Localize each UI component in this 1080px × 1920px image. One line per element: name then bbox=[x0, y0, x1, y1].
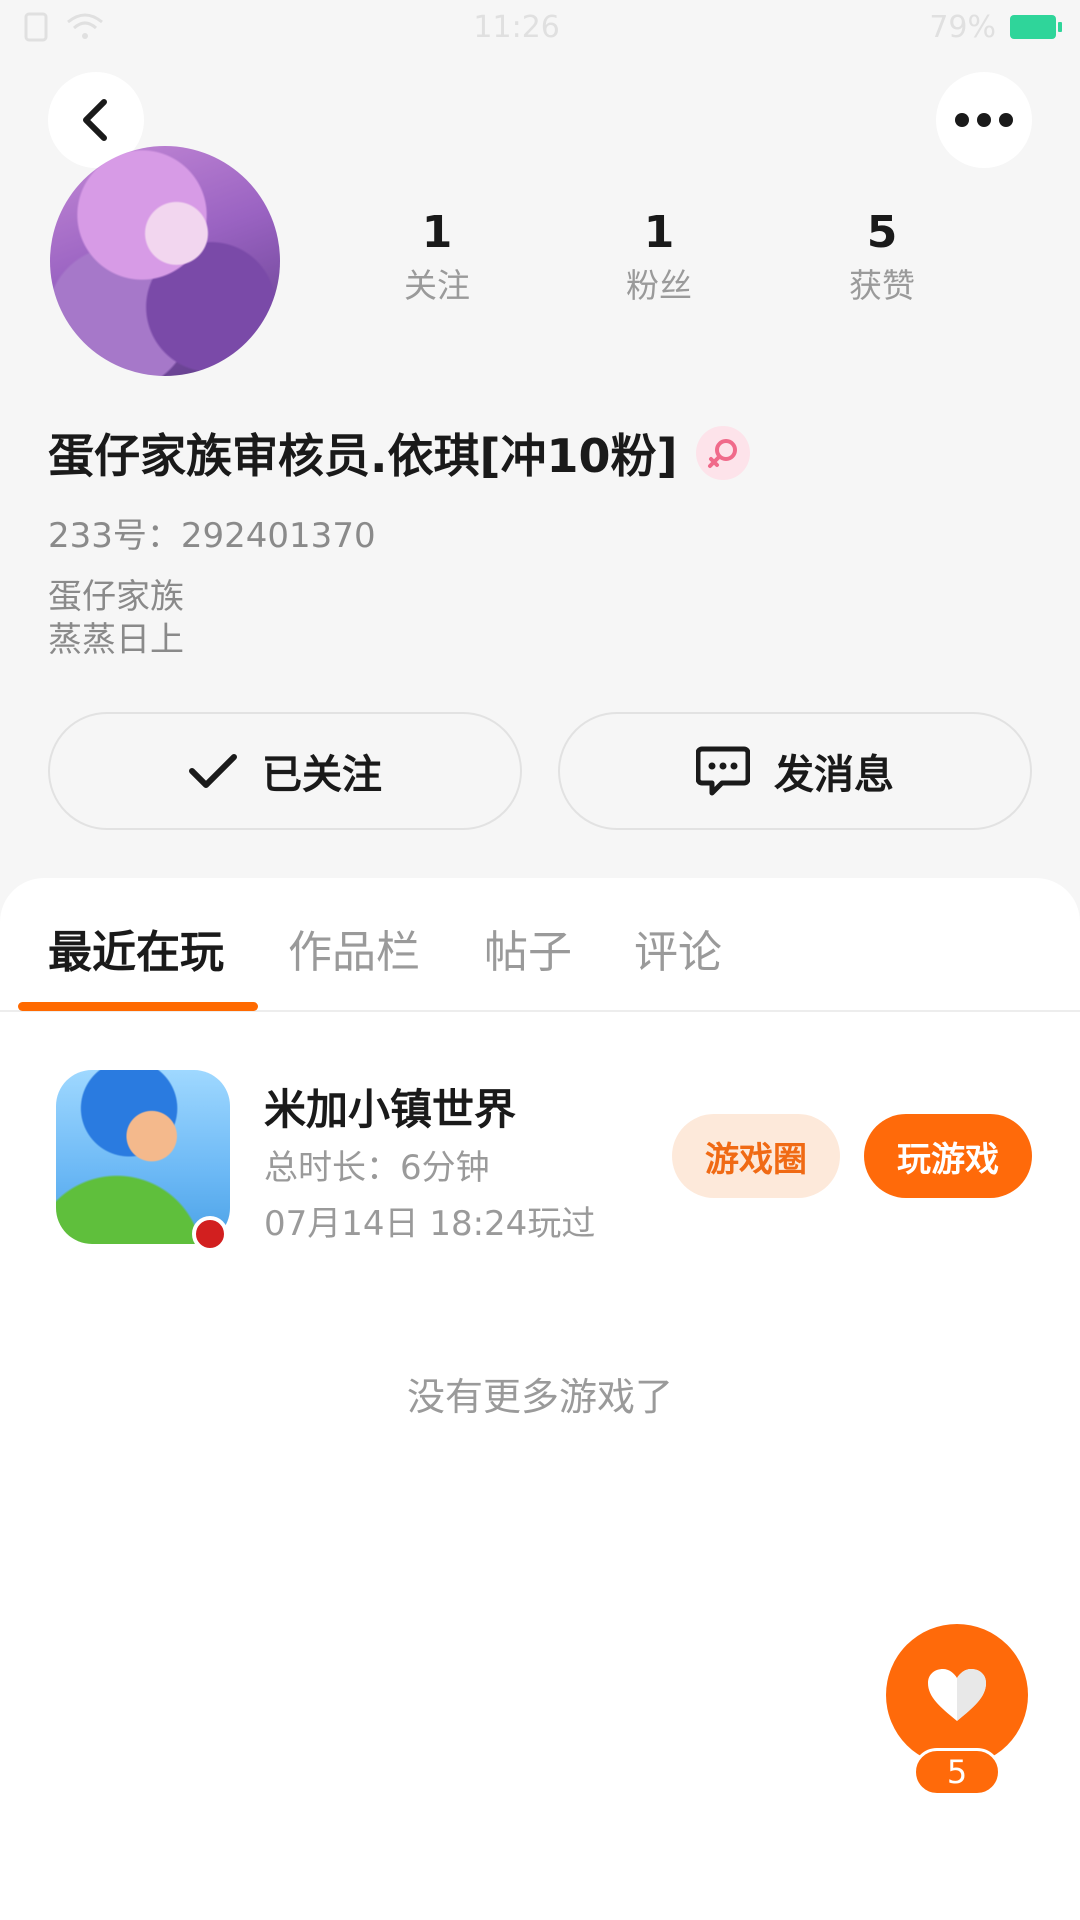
no-more-games-text: 没有更多游戏了 bbox=[406, 1375, 673, 1419]
stat-fans[interactable]: 1 粉丝 bbox=[579, 205, 739, 311]
tab-comments[interactable]: 评论 bbox=[634, 916, 722, 980]
ellipsis-icon bbox=[955, 113, 1013, 127]
user-name: 蛋仔家族审核员.依琪[冲10粉] bbox=[48, 429, 678, 483]
bio-line: 蛋仔家族 bbox=[48, 577, 184, 617]
game-circle-button[interactable]: 游戏圈 bbox=[672, 1114, 840, 1198]
wifi-icon bbox=[67, 13, 103, 39]
status-left bbox=[24, 12, 104, 42]
check-icon bbox=[189, 754, 237, 788]
stat-fans-count: 1 bbox=[643, 207, 675, 258]
send-message-button[interactable]: 发消息 bbox=[558, 712, 1032, 830]
like-button[interactable] bbox=[886, 1624, 1028, 1766]
battery-percent: 79% bbox=[929, 9, 996, 45]
tab-indicator bbox=[18, 1002, 258, 1011]
status-right: 79% bbox=[929, 9, 1062, 45]
chevron-left-icon bbox=[83, 99, 107, 141]
like-count-badge: 5 bbox=[913, 1748, 1001, 1796]
stat-following-label: 关注 bbox=[404, 266, 470, 305]
bio: 蛋仔家族 蒸蒸日上 bbox=[48, 576, 184, 662]
sim-icon bbox=[24, 12, 48, 42]
more-button[interactable] bbox=[936, 72, 1032, 168]
followed-label: 已关注 bbox=[262, 752, 382, 798]
status-bar: 11:26 79% bbox=[0, 0, 1080, 54]
stat-fans-label: 粉丝 bbox=[626, 266, 692, 305]
chat-bubble-icon bbox=[696, 746, 750, 796]
send-message-label: 发消息 bbox=[774, 752, 894, 798]
user-id: 233号：292401370 bbox=[48, 516, 376, 556]
stat-following-count: 1 bbox=[421, 207, 453, 258]
heart-icon bbox=[928, 1669, 986, 1721]
stat-likes[interactable]: 5 获赞 bbox=[802, 205, 962, 311]
name-row: 蛋仔家族审核员.依琪[冲10粉] bbox=[48, 420, 750, 486]
status-time: 11:26 bbox=[473, 9, 560, 45]
female-icon bbox=[707, 439, 737, 468]
tab-posts[interactable]: 帖子 bbox=[484, 916, 572, 980]
stat-likes-count: 5 bbox=[866, 207, 898, 258]
tab-works[interactable]: 作品栏 bbox=[288, 916, 420, 980]
game-title[interactable]: 米加小镇世界 bbox=[264, 1076, 516, 1137]
game-duration: 总时长：6分钟 bbox=[264, 1148, 490, 1188]
stat-likes-label: 获赞 bbox=[849, 266, 915, 305]
gender-badge bbox=[695, 426, 750, 480]
game-badge-icon bbox=[192, 1216, 228, 1252]
tab-recently-played[interactable]: 最近在玩 bbox=[48, 916, 224, 980]
followed-button[interactable]: 已关注 bbox=[48, 712, 522, 830]
play-game-button[interactable]: 玩游戏 bbox=[864, 1114, 1032, 1198]
battery-icon bbox=[1010, 15, 1062, 39]
game-last-played: 07月14日 18:24玩过 bbox=[264, 1204, 596, 1244]
avatar[interactable] bbox=[50, 146, 280, 376]
stat-following[interactable]: 1 关注 bbox=[357, 205, 517, 311]
bio-line: 蒸蒸日上 bbox=[48, 620, 184, 660]
tab-bar: 最近在玩 作品栏 帖子 评论 bbox=[0, 878, 1080, 1012]
